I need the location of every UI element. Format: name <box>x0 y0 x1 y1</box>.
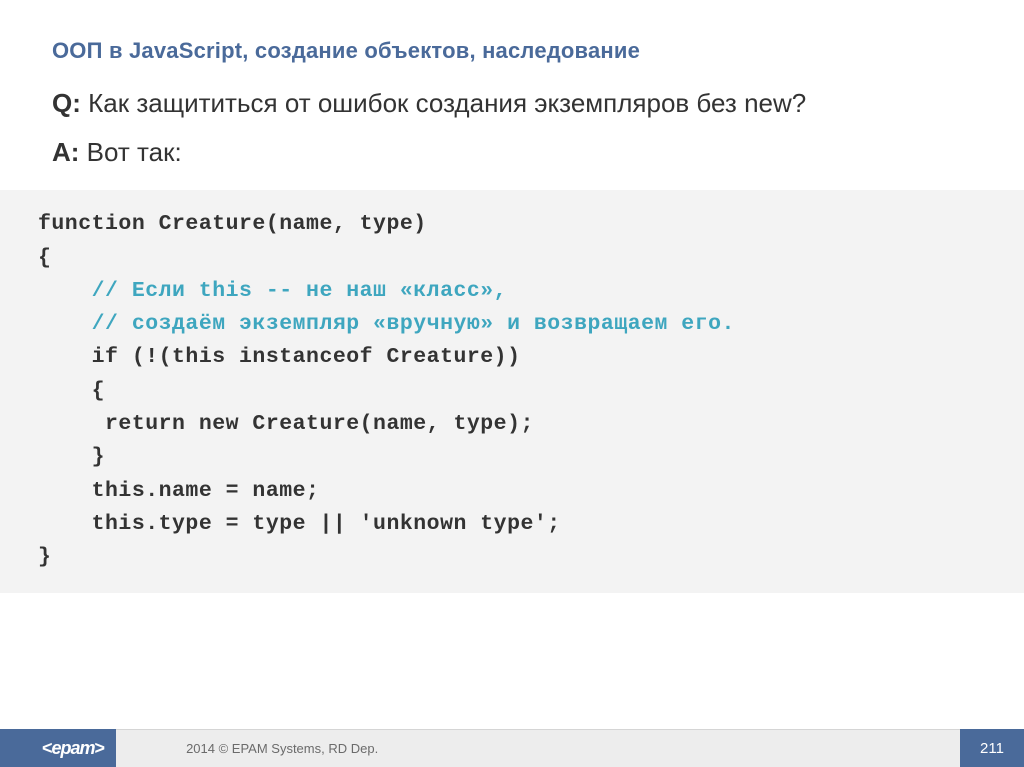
footer: <epam> 2014 © EPAM Systems, RD Dep. 211 <box>0 729 1024 767</box>
footer-accent <box>0 729 38 767</box>
code-comment: // Если this -- не наш «класс», <box>92 279 507 303</box>
code-line: } <box>38 441 1024 474</box>
code-block: function Creature(name, type) { // Если … <box>0 190 1024 592</box>
logo-bracket-open: < <box>42 738 52 758</box>
code-line: // создаём экземпляр «вручную» и возвращ… <box>38 308 1024 341</box>
question-label: Q: <box>52 88 81 118</box>
logo-text: epam <box>52 738 95 758</box>
code-line: if (!(this instanceof Creature)) <box>38 341 1024 374</box>
answer-line: A: Вот так: <box>52 135 1024 170</box>
question-line: Q: Как защититься от ошибок создания экз… <box>52 86 1024 121</box>
code-line: return new Creature(name, type); <box>38 408 1024 441</box>
code-line: function Creature(name, type) <box>38 208 1024 241</box>
code-comment: // создаём экземпляр «вручную» и возвращ… <box>92 312 735 336</box>
code-line: } <box>38 541 1024 574</box>
slide: ООП в JavaScript, создание объектов, нас… <box>0 0 1024 767</box>
footer-copyright: 2014 © EPAM Systems, RD Dep. <box>116 729 960 767</box>
logo: <epam> <box>42 738 104 759</box>
code-line: { <box>38 242 1024 275</box>
page-number: 211 <box>960 729 1024 767</box>
code-line: { <box>38 375 1024 408</box>
question-text: Как защититься от ошибок создания экземп… <box>88 88 806 118</box>
footer-logo-wrap: <epam> <box>38 729 116 767</box>
code-line: this.name = name; <box>38 475 1024 508</box>
answer-text: Вот так: <box>87 137 182 167</box>
code-line: this.type = type || 'unknown type'; <box>38 508 1024 541</box>
logo-bracket-close: > <box>95 738 105 758</box>
content-area: Q: Как защититься от ошибок создания экз… <box>0 64 1024 170</box>
answer-label: A: <box>52 137 79 167</box>
slide-title: ООП в JavaScript, создание объектов, нас… <box>0 0 1024 64</box>
code-line: // Если this -- не наш «класс», <box>38 275 1024 308</box>
